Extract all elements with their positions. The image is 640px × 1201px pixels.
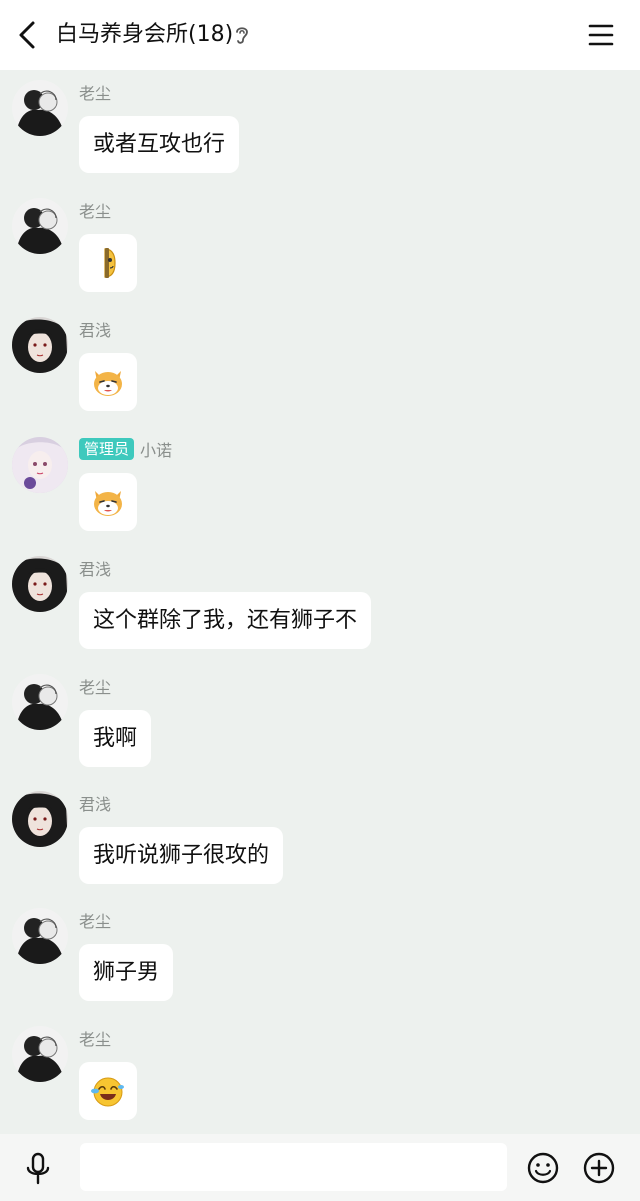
avatar[interactable]	[12, 80, 68, 136]
microphone-icon[interactable]	[22, 1151, 54, 1187]
text-bubble[interactable]: 我听说狮子很攻的	[79, 827, 284, 884]
sticker-bubble[interactable]	[79, 1062, 137, 1120]
sender-name: 君浅	[79, 321, 112, 340]
sticker-bubble[interactable]	[79, 353, 137, 411]
sender-name: 老尘	[79, 678, 112, 697]
group-title[interactable]: 白马养身会所(18)	[56, 0, 233, 70]
back-arrow-icon[interactable]	[14, 18, 42, 52]
avatar[interactable]	[12, 437, 68, 493]
chat-header: 白马养身会所(18)	[0, 0, 640, 70]
shiba-dog-icon	[94, 371, 122, 396]
message-list[interactable]: 老尘 或者互攻也行 老尘 君浅 管理员 小诺 君浅 这个群除了我，还有狮子不 老…	[0, 70, 640, 1134]
message-input[interactable]	[80, 1143, 507, 1191]
sender-name: 小诺	[140, 441, 173, 460]
avatar[interactable]	[12, 198, 68, 254]
avatar[interactable]	[12, 556, 68, 612]
sticker-bubble[interactable]	[79, 473, 137, 531]
sender-line: 老尘	[79, 80, 111, 104]
menu-icon[interactable]	[586, 22, 616, 48]
sender-name: 老尘	[79, 202, 112, 221]
avatar[interactable]	[12, 674, 68, 730]
sender-name: 老尘	[79, 912, 112, 931]
avatar[interactable]	[12, 908, 68, 964]
sender-line: 老尘	[79, 198, 111, 222]
plus-icon[interactable]	[582, 1151, 616, 1185]
sender-line: 君浅	[79, 791, 111, 815]
sender-name: 君浅	[79, 560, 112, 579]
shiba-dog-icon	[94, 491, 122, 516]
avatar[interactable]	[12, 317, 68, 373]
laugh-tears-icon	[91, 1077, 124, 1107]
ear-icon[interactable]	[232, 24, 252, 46]
peek-face-icon	[104, 248, 116, 278]
sender-line: 君浅	[79, 317, 111, 341]
sender-line: 管理员 小诺	[79, 437, 172, 461]
avatar[interactable]	[12, 1026, 68, 1082]
sender-line: 老尘	[79, 1026, 111, 1050]
sender-line: 老尘	[79, 908, 111, 932]
sender-line: 君浅	[79, 556, 111, 580]
sender-name: 老尘	[79, 84, 112, 103]
text-bubble[interactable]: 这个群除了我，还有狮子不	[79, 592, 372, 649]
admin-badge: 管理员	[79, 438, 135, 460]
sender-name: 老尘	[79, 1030, 112, 1049]
avatar[interactable]	[12, 791, 68, 847]
sender-line: 老尘	[79, 674, 111, 698]
text-bubble[interactable]: 我啊	[79, 710, 152, 767]
sender-name: 君浅	[79, 795, 112, 814]
smiley-icon[interactable]	[526, 1151, 560, 1185]
text-bubble[interactable]: 或者互攻也行	[79, 116, 240, 173]
sticker-bubble[interactable]	[79, 234, 137, 292]
input-bar	[0, 1134, 640, 1201]
text-bubble[interactable]: 狮子男	[79, 944, 174, 1001]
